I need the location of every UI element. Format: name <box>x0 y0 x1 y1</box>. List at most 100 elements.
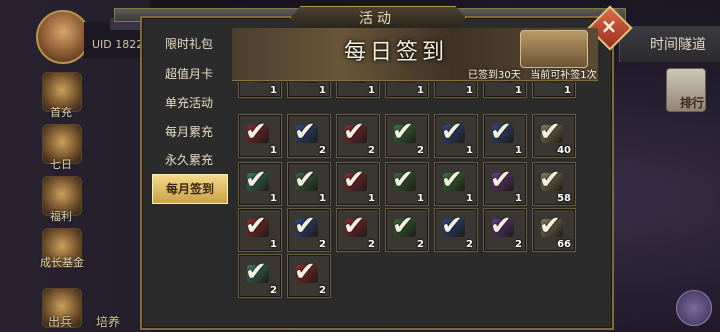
claimed-check-icon: ✔ <box>245 211 267 241</box>
reward-count: 1 <box>270 85 277 96</box>
signin-reward-grid: ✔1✔1✔1✔1✔1✔1✔1✔1✔2✔2✔2✔1✔1✔40✔1✔1✔1✔1✔1✔… <box>232 82 598 318</box>
signin-status: 已签到30天 当前可补签1次 <box>468 66 597 81</box>
claimed-check-icon: ✔ <box>343 211 365 241</box>
reward-cell[interactable]: ✔1 <box>336 162 380 206</box>
banner-title: 每日签到 <box>344 40 449 65</box>
reward-cell[interactable]: ✔ 2 <box>385 208 429 252</box>
makeup-signin-text: 当前可补签1次 <box>530 70 597 81</box>
panel-title: 活动 <box>359 11 395 27</box>
claimed-check-icon: ✔ <box>294 257 316 287</box>
reward-count: 1 <box>319 193 326 204</box>
claimed-check-icon: ✔ <box>392 82 414 87</box>
reward-cell[interactable]: ✔1 <box>483 162 527 206</box>
reward-count: 1 <box>270 239 277 250</box>
reward-cell[interactable]: ✔1 <box>287 162 331 206</box>
reward-count: 1 <box>515 193 522 204</box>
welfare-label: 福利 <box>50 210 72 223</box>
reward-count: 2 <box>515 239 522 250</box>
reward-count: 58 <box>557 193 571 204</box>
claimed-check-icon: ✔ <box>490 165 512 195</box>
reward-cell[interactable]: ✔1 <box>385 82 429 98</box>
reward-cell[interactable]: ✔ 40 <box>532 114 576 158</box>
tab-monthly-cumulative[interactable]: 每月累充 <box>152 118 226 146</box>
seven-day-label: 七日 <box>50 158 72 171</box>
reward-cell[interactable]: ✔1 <box>434 162 478 206</box>
claimed-check-icon: ✔ <box>294 211 316 241</box>
reward-cell[interactable]: ✔ 2 <box>385 114 429 158</box>
reward-cell[interactable]: ✔1 <box>434 82 478 98</box>
reward-cell[interactable]: ✔1 <box>238 82 282 98</box>
claimed-check-icon: ✔ <box>392 211 414 241</box>
reward-count: 1 <box>319 85 326 96</box>
tab-monthly-signin[interactable]: 每月签到 <box>152 174 228 204</box>
reward-cell[interactable]: ✔1 <box>336 82 380 98</box>
reward-cell[interactable]: ✔ 2 <box>287 114 331 158</box>
reward-cell[interactable]: ✔ 2 <box>434 208 478 252</box>
reward-count: 66 <box>557 239 571 250</box>
reward-count: 1 <box>368 193 375 204</box>
signed-days-text: 已签到30天 <box>468 70 521 81</box>
claimed-check-icon: ✔ <box>294 82 316 87</box>
claimed-check-icon: ✔ <box>245 165 267 195</box>
reward-cell[interactable]: ✔1 <box>238 208 282 252</box>
reward-cell[interactable]: ✔ 2 <box>287 254 331 298</box>
growth-fund-label: 成长基金 <box>40 256 84 269</box>
reward-count: 1 <box>270 145 277 156</box>
reward-cell[interactable]: ✔1 <box>238 114 282 158</box>
reward-count: 2 <box>319 285 326 296</box>
claimed-check-icon: ✔ <box>245 257 267 287</box>
player-uid: UID 1822 <box>92 38 144 51</box>
first-recharge-label: 首充 <box>50 106 72 119</box>
reward-cell[interactable]: ✔ 2 <box>287 208 331 252</box>
reward-cell[interactable]: ✔ 2 <box>336 208 380 252</box>
reward-cell[interactable]: ✔1 <box>287 82 331 98</box>
reward-cell[interactable]: ✔1 <box>483 82 527 98</box>
tab-limited-gift[interactable]: 限时礼包 <box>152 30 226 58</box>
claimed-check-icon: ✔ <box>441 211 463 241</box>
reward-cell[interactable]: ✔ 2 <box>483 208 527 252</box>
reward-count: 2 <box>368 239 375 250</box>
reward-count: 1 <box>270 193 277 204</box>
tab-single-recharge[interactable]: 单充活动 <box>152 89 226 117</box>
reward-count: 1 <box>466 85 473 96</box>
reward-count: 2 <box>417 145 424 156</box>
reward-count: 1 <box>417 193 424 204</box>
reward-count: 1 <box>466 145 473 156</box>
close-icon[interactable]: × <box>597 12 621 40</box>
claimed-check-icon: ✔ <box>343 117 365 147</box>
reward-cell[interactable]: ✔ 2 <box>336 114 380 158</box>
reward-cell[interactable]: ✔ 66 <box>532 208 576 252</box>
claimed-check-icon: ✔ <box>490 117 512 147</box>
reward-cell[interactable]: ✔1 <box>238 162 282 206</box>
treasure-chest-icon <box>520 30 588 68</box>
reward-cell[interactable]: ✔1 <box>434 114 478 158</box>
claimed-check-icon: ✔ <box>441 82 463 87</box>
bottom-nav-dispatch[interactable]: 出兵 <box>48 313 72 330</box>
claimed-check-icon: ✔ <box>539 82 561 87</box>
reward-cell[interactable]: ✔1 <box>385 162 429 206</box>
reward-cell[interactable]: ✔1 <box>483 114 527 158</box>
claimed-check-icon: ✔ <box>539 117 561 147</box>
claimed-check-icon: ✔ <box>294 117 316 147</box>
player-avatar[interactable] <box>36 10 90 64</box>
claimed-check-icon: ✔ <box>245 117 267 147</box>
main-menu-button[interactable] <box>676 290 712 326</box>
tab-permanent-cumulative[interactable]: 永久累充 <box>152 146 226 174</box>
tab-monthly-card[interactable]: 超值月卡 <box>152 60 226 88</box>
reward-count: 2 <box>319 239 326 250</box>
ranking-label: 排行 <box>679 96 704 110</box>
bottom-nav-train[interactable]: 培养 <box>96 313 120 330</box>
reward-cell[interactable]: ✔ 2 <box>238 254 282 298</box>
reward-count: 1 <box>368 85 375 96</box>
reward-count: 1 <box>515 85 522 96</box>
claimed-check-icon: ✔ <box>343 165 365 195</box>
reward-count: 1 <box>466 193 473 204</box>
reward-count: 40 <box>557 145 571 156</box>
claimed-check-icon: ✔ <box>294 165 316 195</box>
reward-cell[interactable]: ✔1 <box>532 82 576 98</box>
reward-count: 2 <box>319 145 326 156</box>
reward-cell[interactable]: ✔ 58 <box>532 162 576 206</box>
claimed-check-icon: ✔ <box>539 165 561 195</box>
claimed-check-icon: ✔ <box>441 117 463 147</box>
reward-count: 1 <box>515 145 522 156</box>
